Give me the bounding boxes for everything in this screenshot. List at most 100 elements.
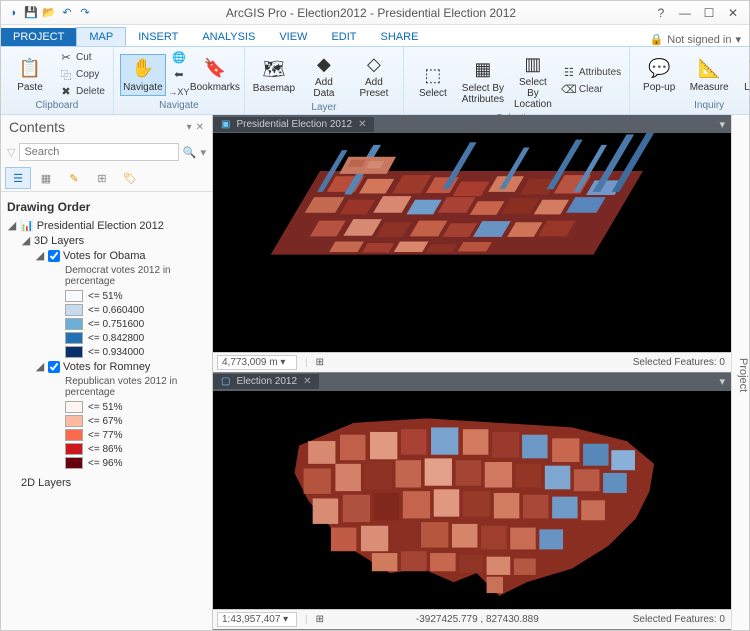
swatch [65, 401, 83, 413]
quick-access-toolbar: ◑ 💾 📂 ↶ ↷ [1, 5, 97, 21]
view-tab-2d[interactable]: ▢ Election 2012 ✕ [213, 374, 319, 389]
tab-map[interactable]: MAP [76, 27, 126, 46]
constraint-icon[interactable]: ⊞ [312, 614, 328, 625]
maximize-icon[interactable]: ☐ [701, 5, 717, 21]
app-icon[interactable]: ◑ [5, 5, 21, 21]
class-label: <= 0.751600 [88, 319, 144, 330]
popup-button[interactable]: 💬Pop-up [636, 54, 682, 96]
search-icon[interactable]: 🔍 [183, 146, 197, 159]
view-tab-3d[interactable]: ▣ Presidential Election 2012 ✕ [213, 117, 374, 132]
swatch [65, 457, 83, 469]
navigate-button[interactable]: ✋ Navigate [120, 54, 166, 96]
class-row[interactable]: <= 0.934000 [65, 345, 206, 359]
view-menu-icon[interactable]: ▾ [713, 118, 731, 131]
save-icon[interactable]: 💾 [23, 5, 39, 21]
pane-menu-icon[interactable]: ▾ [187, 122, 192, 133]
tab-insert[interactable]: INSERT [126, 28, 190, 46]
layer-obama[interactable]: ◢Votes for Obama [35, 248, 206, 263]
measure-icon: 📐 [697, 57, 721, 81]
search-input[interactable] [19, 143, 178, 161]
class-row[interactable]: <= 0.660400 [65, 303, 206, 317]
class-row[interactable]: <= 77% [65, 428, 206, 442]
toc-tab-selection[interactable]: ✎ [61, 167, 87, 189]
group-2d[interactable]: 2D Layers [21, 476, 206, 490]
class-row[interactable]: <= 51% [65, 400, 206, 414]
delete-button[interactable]: ✖Delete [57, 84, 107, 100]
filter-icon[interactable]: ▽ [7, 146, 15, 159]
class-label: <= 96% [88, 458, 122, 469]
view-menu-icon[interactable]: ▾ [713, 375, 731, 388]
select-icon: ⬚ [421, 63, 445, 87]
group-3d[interactable]: ◢3D Layers [21, 233, 206, 248]
signin-status[interactable]: 🔒 Not signed in ▾ [642, 33, 749, 46]
basemap-button[interactable]: 🗺Basemap [251, 55, 297, 97]
constraint-icon[interactable]: ⊞ [312, 357, 328, 368]
close-view-icon[interactable]: ✕ [358, 119, 366, 130]
bookmarks-button[interactable]: 🔖 Bookmarks [192, 54, 238, 96]
tab-project[interactable]: PROJECT [1, 28, 76, 46]
undo-icon[interactable]: ↶ [59, 5, 75, 21]
class-label: <= 0.660400 [88, 305, 144, 316]
attributes-button[interactable]: ☷Attributes [560, 65, 623, 81]
ribbon-tabs: PROJECT MAP INSERT ANALYSIS VIEW EDIT SH… [1, 25, 749, 47]
chevron-down-icon: ▾ [735, 33, 741, 46]
group-layer: 🗺Basemap ◆Add Data ◇Add Preset Layer [245, 47, 404, 114]
project-pane-tab[interactable]: Project [731, 115, 749, 630]
expand-icon[interactable]: ◢ [7, 219, 17, 232]
class-row[interactable]: <= 67% [65, 414, 206, 428]
xy-icon: →XY [172, 85, 186, 99]
scene-icon: ▣ [221, 119, 230, 130]
select-button[interactable]: ⬚Select [410, 60, 456, 102]
tag-icon: 🏷 [123, 172, 137, 185]
measure-button[interactable]: 📐Measure [686, 54, 732, 96]
map-node[interactable]: ◢ 📊 Presidential Election 2012 [7, 218, 206, 233]
canvas-2d[interactable] [213, 391, 731, 610]
cut-button[interactable]: ✂Cut [57, 50, 107, 66]
toc-heading: Drawing Order [7, 200, 206, 214]
open-icon[interactable]: 📂 [41, 5, 57, 21]
locate-button[interactable]: 🔭Locate [736, 54, 750, 96]
toc-tab-labeling[interactable]: 🏷 [117, 167, 143, 189]
select-by-loc-button[interactable]: ▥Select By Location [510, 49, 556, 113]
canvas-3d[interactable] [213, 133, 731, 352]
clear-button[interactable]: ⌫Clear [560, 82, 623, 98]
arrow-left-icon: ⬅ [172, 68, 186, 82]
add-preset-button[interactable]: ◇Add Preset [351, 49, 397, 102]
layer-obama-checkbox[interactable] [48, 250, 60, 262]
tab-view[interactable]: VIEW [267, 28, 319, 46]
scale-2d[interactable]: 1:43,957,407 ▾ [217, 612, 297, 627]
close-view-icon[interactable]: ✕ [303, 376, 311, 387]
swatch [65, 415, 83, 427]
layer-romney[interactable]: ◢Votes for Romney [35, 359, 206, 374]
go-xy-button[interactable]: →XY [170, 84, 188, 100]
copy-button[interactable]: ⿻Copy [57, 67, 107, 83]
prev-extent-button[interactable]: ⬅ [170, 67, 188, 83]
swatch [65, 290, 83, 302]
class-row[interactable]: <= 86% [65, 442, 206, 456]
search-menu-icon[interactable]: ▾ [200, 146, 206, 159]
help-icon[interactable]: ? [653, 5, 669, 21]
redo-icon[interactable]: ↷ [77, 5, 93, 21]
full-extent-button[interactable]: 🌐 [170, 50, 188, 66]
toc-tab-snapping[interactable]: ⊞ [89, 167, 115, 189]
add-data-button[interactable]: ◆Add Data [301, 49, 347, 102]
class-row[interactable]: <= 0.842800 [65, 331, 206, 345]
toc-tab-source[interactable]: ▦ [33, 167, 59, 189]
tab-share[interactable]: SHARE [369, 28, 431, 46]
select-by-attr-button[interactable]: ▦Select By Attributes [460, 55, 506, 108]
layer-romney-checkbox[interactable] [48, 361, 60, 373]
tab-edit[interactable]: EDIT [319, 28, 368, 46]
minimize-icon[interactable]: — [677, 5, 693, 21]
paste-button[interactable]: 📋 Paste [7, 54, 53, 96]
class-row[interactable]: <= 0.751600 [65, 317, 206, 331]
statusbar-2d: 1:43,957,407 ▾ | ⊞ -3927425.779 , 827430… [213, 609, 731, 629]
grid-icon: ⊞ [97, 172, 106, 185]
close-icon[interactable]: ✕ [725, 5, 741, 21]
scale-3d[interactable]: 4,773,009 m ▾ [217, 355, 297, 370]
toc-tab-draworder[interactable]: ☰ [5, 167, 31, 189]
tab-analysis[interactable]: ANALYSIS [190, 28, 267, 46]
class-row[interactable]: <= 96% [65, 456, 206, 470]
class-row[interactable]: <= 51% [65, 289, 206, 303]
pane-close-icon[interactable]: ✕ [196, 122, 204, 133]
class-label: <= 0.934000 [88, 347, 144, 358]
